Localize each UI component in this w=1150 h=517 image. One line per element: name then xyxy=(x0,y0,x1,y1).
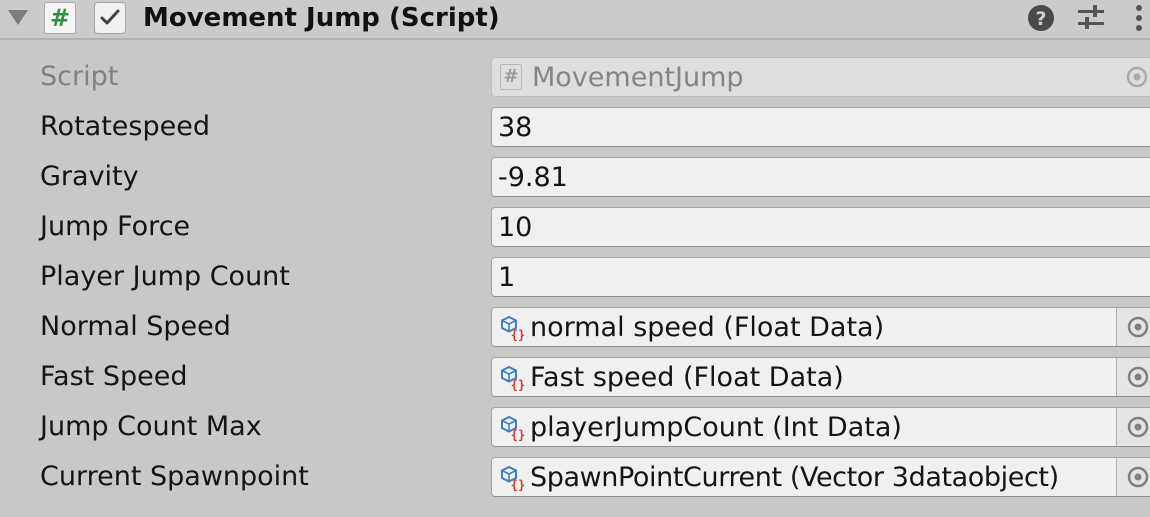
property-label: Fast Speed xyxy=(40,361,188,392)
object-picker-button[interactable] xyxy=(1116,358,1150,396)
normal-speed-object-field[interactable]: {} normal speed (Float Data) xyxy=(491,307,1150,347)
property-row-script: Script # MovementJump xyxy=(0,52,1150,102)
component-title: Movement Jump (Script) xyxy=(143,3,500,33)
object-picker-icon xyxy=(1127,366,1149,388)
svg-text:{}: {} xyxy=(511,478,525,491)
property-row-jump-force: Jump Force 10 xyxy=(0,202,1150,252)
property-label: Normal Speed xyxy=(40,311,231,342)
rotatespeed-input[interactable]: 38 xyxy=(491,107,1150,147)
svg-text:?: ? xyxy=(1035,8,1046,30)
component-header[interactable]: # Movement Jump (Script) ? xyxy=(0,0,1150,40)
object-picker-button[interactable] xyxy=(1116,408,1150,446)
object-picker-button[interactable] xyxy=(1116,308,1150,346)
scriptable-object-icon: {} xyxy=(501,365,525,391)
property-value: -9.81 xyxy=(498,162,568,193)
object-picker-button xyxy=(1116,58,1150,96)
property-label: Rotatespeed xyxy=(40,111,210,142)
jump-count-max-object-field[interactable]: {} playerJumpCount (Int Data) xyxy=(491,407,1150,447)
property-row-jump-count-max: Jump Count Max {} playerJumpCount (Int D… xyxy=(0,402,1150,452)
script-reference-field: # MovementJump xyxy=(491,57,1150,97)
property-row-normal-speed: Normal Speed {} normal speed (Float Data… xyxy=(0,302,1150,352)
property-value: 38 xyxy=(498,112,533,143)
property-value: 1 xyxy=(498,262,516,293)
object-picker-icon xyxy=(1127,316,1149,338)
component-enabled-checkbox[interactable] xyxy=(94,2,126,34)
property-label: Current Spawnpoint xyxy=(40,461,309,492)
property-row-gravity: Gravity -9.81 xyxy=(0,152,1150,202)
property-value: MovementJump xyxy=(532,62,744,93)
current-spawnpoint-object-field[interactable]: {} SpawnPointCurrent (Vector 3dataobject… xyxy=(491,457,1150,497)
scriptable-object-icon: {} xyxy=(501,415,525,441)
property-label: Jump Count Max xyxy=(40,411,262,442)
property-label: Player Jump Count xyxy=(40,261,290,292)
gravity-input[interactable]: -9.81 xyxy=(491,157,1150,197)
property-label: Script xyxy=(40,61,119,92)
object-picker-button[interactable] xyxy=(1116,458,1150,496)
csharp-script-icon: # xyxy=(44,2,76,34)
svg-text:{}: {} xyxy=(511,378,525,391)
property-value: normal speed (Float Data) xyxy=(530,312,885,343)
scriptable-object-icon: {} xyxy=(501,315,525,341)
object-picker-icon xyxy=(1126,66,1148,88)
help-icon[interactable]: ? xyxy=(1027,4,1055,32)
svg-text:{}: {} xyxy=(511,428,525,441)
context-menu-icon[interactable] xyxy=(1132,4,1146,34)
checkmark-icon xyxy=(100,9,120,25)
property-label: Gravity xyxy=(40,161,139,192)
property-value: 10 xyxy=(498,212,533,243)
fast-speed-object-field[interactable]: {} Fast speed (Float Data) xyxy=(491,357,1150,397)
player-jump-count-input[interactable]: 1 xyxy=(491,257,1150,297)
jump-force-input[interactable]: 10 xyxy=(491,207,1150,247)
svg-text:{}: {} xyxy=(511,328,525,341)
property-value: playerJumpCount (Int Data) xyxy=(530,412,902,443)
foldout-arrow-icon[interactable] xyxy=(8,10,28,25)
preset-sliders-icon[interactable] xyxy=(1076,4,1106,32)
csharp-script-icon: # xyxy=(500,64,522,90)
property-label: Jump Force xyxy=(40,211,191,242)
property-value: SpawnPointCurrent (Vector 3dataobject) xyxy=(530,462,1059,493)
property-row-current-spawnpoint: Current Spawnpoint {} SpawnPointCurrent … xyxy=(0,452,1150,502)
object-picker-icon xyxy=(1127,416,1149,438)
object-picker-icon xyxy=(1127,466,1149,488)
inspector-panel: # Movement Jump (Script) ? Script # Move… xyxy=(0,0,1150,517)
property-row-fast-speed: Fast Speed {} Fast speed (Float Data) xyxy=(0,352,1150,402)
property-row-rotatespeed: Rotatespeed 38 xyxy=(0,102,1150,152)
property-row-player-jump-count: Player Jump Count 1 xyxy=(0,252,1150,302)
scriptable-object-icon: {} xyxy=(501,465,525,491)
property-value: Fast speed (Float Data) xyxy=(530,362,844,393)
